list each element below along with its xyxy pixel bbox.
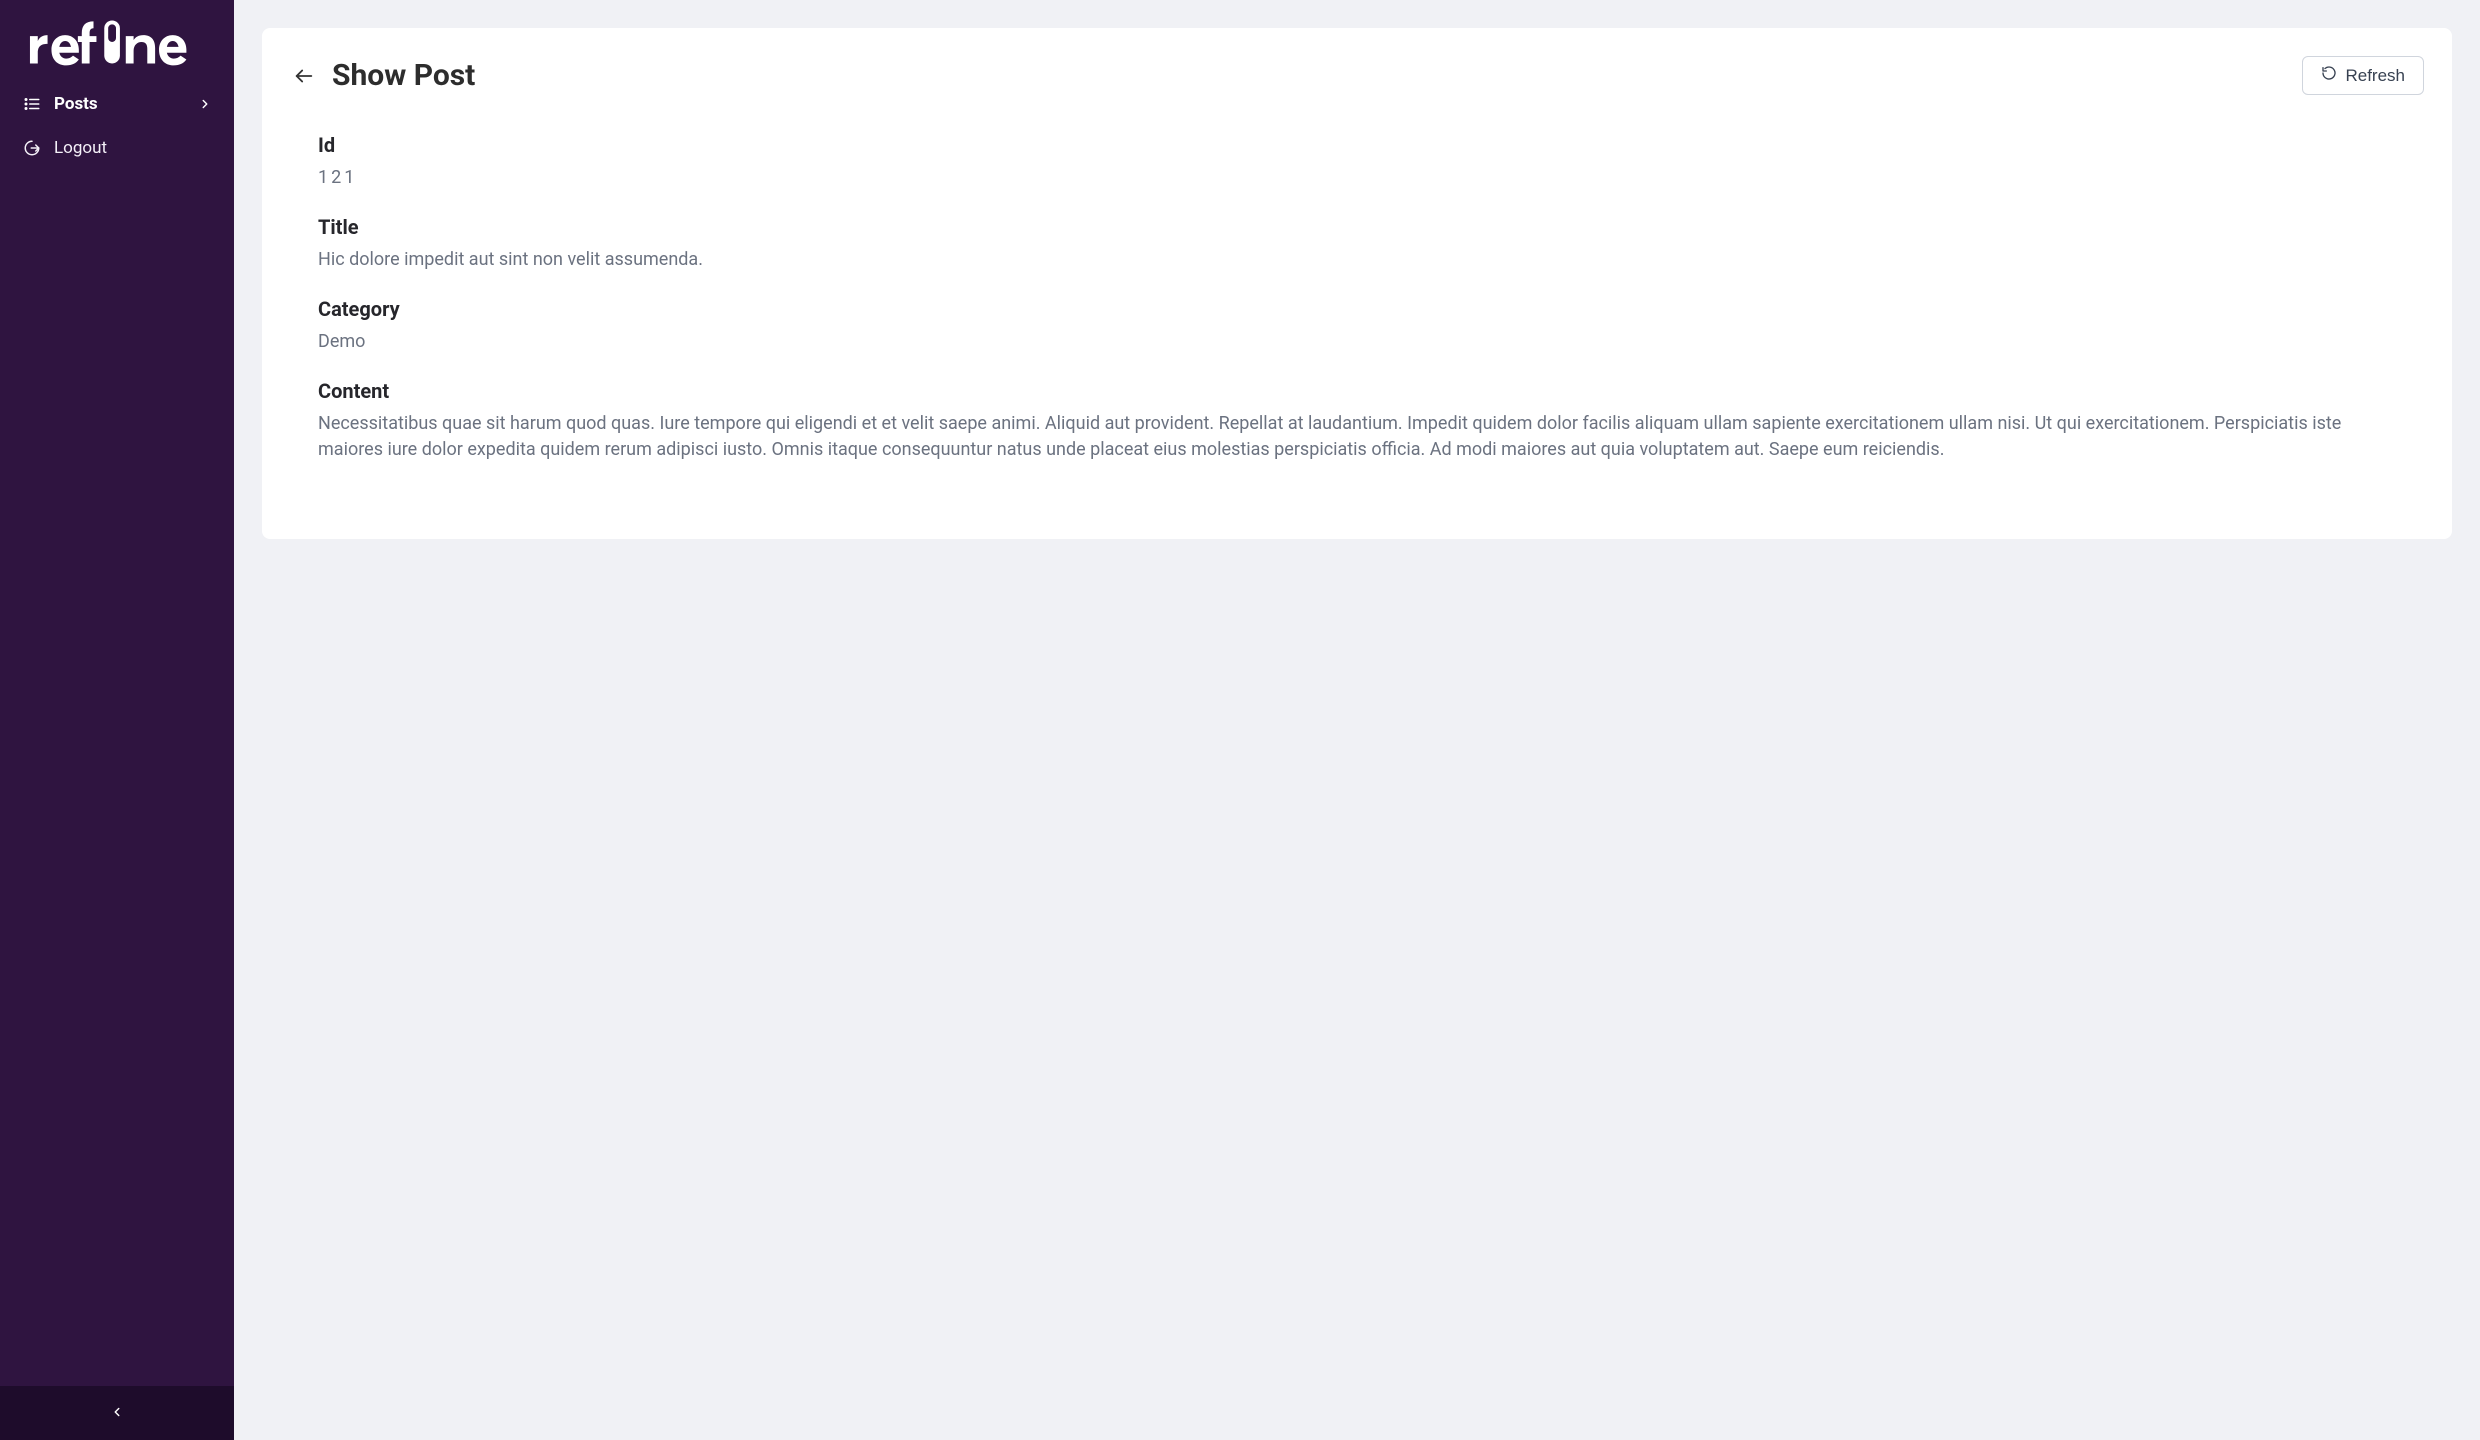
field-id: Id 121 bbox=[318, 133, 2396, 191]
logout-icon bbox=[22, 139, 42, 157]
field-label: Id bbox=[318, 133, 2396, 157]
field-value: Demo bbox=[318, 329, 2396, 355]
sidebar: Posts Logout bbox=[0, 0, 234, 1440]
field-value: Hic dolore impedit aut sint non velit as… bbox=[318, 247, 2396, 273]
arrow-left-icon bbox=[293, 65, 315, 87]
sidebar-item-label: Logout bbox=[54, 138, 212, 158]
refine-logo-icon bbox=[28, 14, 204, 66]
brand-logo bbox=[0, 0, 234, 72]
field-label: Title bbox=[318, 215, 2396, 239]
sidebar-item-posts[interactable]: Posts bbox=[0, 82, 234, 126]
collapse-sidebar-button[interactable] bbox=[0, 1386, 234, 1440]
card-header: Show Post Refresh bbox=[290, 56, 2424, 95]
sidebar-nav: Posts Logout bbox=[0, 72, 234, 1386]
field-label: Content bbox=[318, 379, 2396, 403]
field-content: Content Necessitatibus quae sit harum qu… bbox=[318, 379, 2396, 463]
field-category: Category Demo bbox=[318, 297, 2396, 355]
field-label: Category bbox=[318, 297, 2396, 321]
back-button[interactable] bbox=[290, 62, 318, 90]
fields: Id 121 Title Hic dolore impedit aut sint… bbox=[290, 123, 2424, 511]
field-value: Necessitatibus quae sit harum quod quas.… bbox=[318, 411, 2396, 463]
main-content: Show Post Refresh Id 121 bbox=[234, 0, 2480, 1440]
chevron-left-icon bbox=[110, 1404, 124, 1423]
chevron-right-icon bbox=[198, 97, 212, 111]
field-value: 121 bbox=[318, 165, 2396, 191]
list-icon bbox=[22, 95, 42, 113]
refresh-button[interactable]: Refresh bbox=[2302, 56, 2424, 95]
refresh-icon bbox=[2321, 65, 2337, 86]
app-layout: Posts Logout bbox=[0, 0, 2480, 1440]
field-title: Title Hic dolore impedit aut sint non ve… bbox=[318, 215, 2396, 273]
page-title: Show Post bbox=[332, 58, 475, 93]
sidebar-item-label: Posts bbox=[54, 94, 186, 114]
content-card: Show Post Refresh Id 121 bbox=[262, 28, 2452, 539]
refresh-button-label: Refresh bbox=[2345, 66, 2405, 86]
title-group: Show Post bbox=[290, 58, 475, 93]
sidebar-item-logout[interactable]: Logout bbox=[0, 126, 234, 170]
